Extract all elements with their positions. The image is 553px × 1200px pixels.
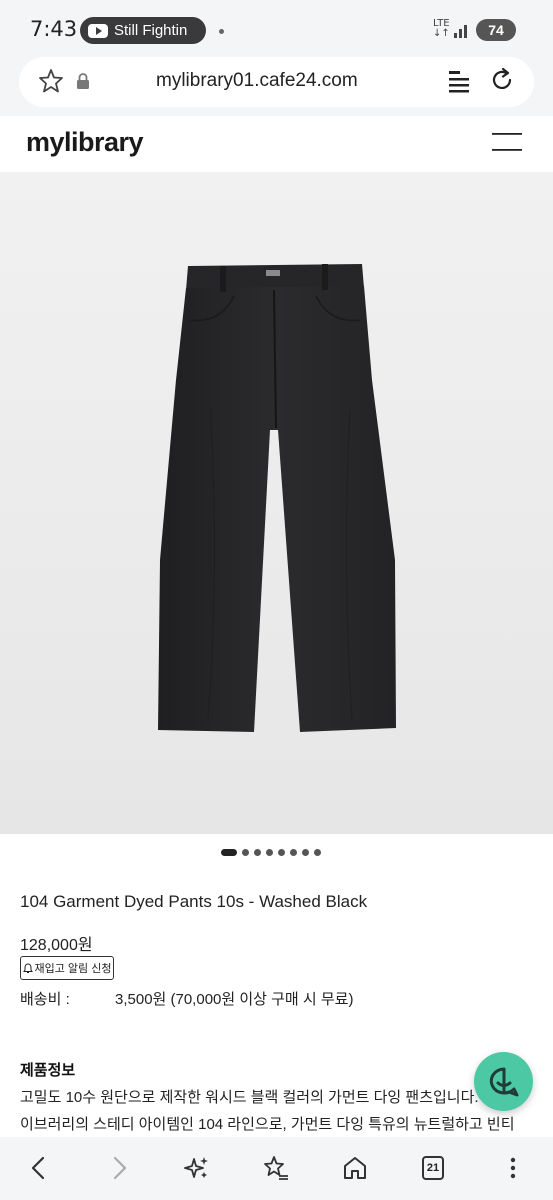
- bookmark-star-icon[interactable]: [263, 1155, 289, 1181]
- chat-button[interactable]: [474, 1052, 533, 1111]
- product-image[interactable]: [0, 172, 553, 834]
- product-title: 104 Garment Dyed Pants 10s - Washed Blac…: [20, 892, 368, 911]
- ai-sparkle-icon[interactable]: [184, 1155, 210, 1181]
- back-icon[interactable]: [26, 1155, 52, 1181]
- product-info-line: 이브러리의 스테디 아이템인 104 라인으로, 가먼트 다잉 특유의 뉴트럴하…: [20, 1116, 515, 1133]
- shipping-label: 배송비 :: [20, 991, 70, 1008]
- restock-alert-button[interactable]: 재입고 알림 신청: [20, 956, 114, 980]
- battery-indicator: 74: [476, 19, 516, 41]
- carousel-dot[interactable]: [290, 849, 297, 856]
- carousel-dot[interactable]: [221, 849, 237, 856]
- site-logo[interactable]: mylibrary: [26, 127, 144, 158]
- url-text[interactable]: mylibrary01.cafe24.com: [156, 70, 358, 92]
- bell-icon: [22, 962, 33, 973]
- lock-icon: [77, 73, 89, 89]
- carousel-dot[interactable]: [266, 849, 273, 856]
- notification-dot-icon: [219, 29, 224, 34]
- home-icon[interactable]: [342, 1155, 368, 1181]
- product-info-line: 고밀도 10수 원단으로 제작한 워시드 블랙 컬러의 가먼트 다잉 팬츠입니다…: [20, 1089, 479, 1106]
- carousel-dot[interactable]: [242, 849, 249, 856]
- tab-count: 21: [426, 1162, 440, 1174]
- carousel-dot[interactable]: [302, 849, 309, 856]
- signal-icon: [454, 25, 467, 38]
- carousel-dots[interactable]: [221, 848, 326, 857]
- reader-mode-icon[interactable]: [448, 69, 470, 93]
- battery-level: 74: [488, 22, 504, 38]
- network-label: LTE ↓↑: [433, 18, 450, 39]
- media-label: Still Fightin: [114, 22, 188, 39]
- chat-icon: [489, 1067, 518, 1096]
- product-price: 128,000원: [20, 937, 93, 954]
- forward-icon[interactable]: [106, 1155, 132, 1181]
- shipping-value: 3,500원 (70,000원 이상 구매 시 무료): [115, 991, 354, 1008]
- pants-photo: [158, 264, 396, 732]
- carousel-dot[interactable]: [314, 849, 321, 856]
- carousel-dot[interactable]: [278, 849, 285, 856]
- more-icon[interactable]: [500, 1155, 526, 1181]
- tabs-icon[interactable]: 21: [422, 1156, 444, 1180]
- hamburger-icon[interactable]: [492, 133, 522, 151]
- product-info-heading: 제품정보: [20, 1062, 76, 1079]
- restock-button-label: 재입고 알림 신청: [34, 963, 112, 975]
- status-time: 7:43: [30, 17, 78, 41]
- youtube-icon: [88, 23, 108, 38]
- media-notification[interactable]: Still Fightin: [80, 17, 206, 44]
- carousel-dot[interactable]: [254, 849, 261, 856]
- star-icon[interactable]: [38, 68, 64, 94]
- reload-icon[interactable]: [489, 67, 515, 93]
